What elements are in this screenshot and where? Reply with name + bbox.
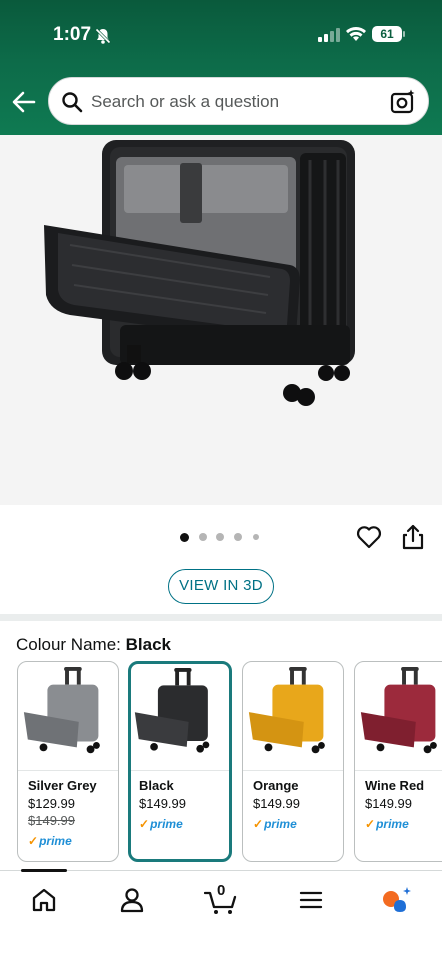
pager-dot[interactable] [199,533,207,541]
swatch-price: $149.99 [253,796,300,811]
prime-check-icon: ✓ [253,817,264,831]
colour-swatch-list: Silver Grey $129.99 $149.99 ✓prime Black… [17,661,442,866]
heart-icon[interactable] [356,524,382,550]
swatch-name: Orange [253,778,299,793]
swatch-wine-red[interactable]: Wine Red $149.99 ✓prime [354,661,442,862]
menu-icon[interactable] [296,885,326,915]
share-icon[interactable] [401,524,425,550]
prime-label: prime [376,817,409,831]
colour-selected-value: Black [125,635,171,654]
prime-check-icon: ✓ [365,817,376,831]
suitcase-thumbnail [360,666,437,754]
pager-dot[interactable] [216,533,224,541]
cart-count-badge: 0 [217,882,226,899]
cellular-signal-icon [318,28,340,42]
colour-name-label: Colour Name: Black [16,635,171,655]
home-icon[interactable] [29,885,59,915]
suitcase-illustration [44,140,355,406]
swatch-silver-grey[interactable]: Silver Grey $129.99 $149.99 ✓prime [17,661,119,862]
prime-badge: ✓prime [253,817,297,831]
suitcase-thumbnail [23,666,100,754]
prime-badge: ✓prime [28,834,72,848]
prime-check-icon: ✓ [139,817,150,831]
pager-dot[interactable] [234,533,242,541]
swatch-divider [355,770,442,771]
swatch-price: $149.99 [365,796,412,811]
suitcase-thumbnail [134,668,210,753]
swatch-price: $149.99 [139,796,186,811]
swatch-orange[interactable]: Orange $149.99 ✓prime [242,661,344,862]
swatch-divider [243,770,343,771]
back-arrow-icon[interactable] [10,88,38,116]
wifi-icon [346,27,366,41]
view-in-3d-button[interactable]: VIEW IN 3D [168,569,274,604]
battery-indicator: 61 [372,26,402,42]
swatch-name: Silver Grey [28,778,97,793]
search-placeholder: Search or ask a question [91,92,280,111]
search-icon [62,92,83,113]
status-bar: 1:07 61 [0,22,442,50]
swatch-name: Wine Red [365,778,425,793]
swatch-divider [18,770,118,771]
product-image[interactable] [0,135,442,505]
nav-active-indicator [21,869,67,872]
prime-label: prime [264,817,297,831]
swatch-price: $129.99 [28,796,75,811]
header: 1:07 61 Search or ask a question [0,0,442,135]
section-divider [0,614,442,621]
account-icon[interactable] [117,885,147,915]
swatch-divider [131,770,229,771]
search-input[interactable]: Search or ask a question [48,77,429,125]
suitcase-thumbnail [248,666,325,754]
prime-check-icon: ✓ [28,834,39,848]
bell-muted-icon [94,27,112,45]
prime-label: prime [39,834,72,848]
pager-dot[interactable] [253,534,259,540]
prime-label: prime [150,817,183,831]
camera-search-icon[interactable] [390,89,416,115]
prime-badge: ✓prime [139,817,183,831]
battery-cap [403,31,405,37]
pager-dot[interactable] [180,533,189,542]
rufus-assistant-icon[interactable] [380,885,412,915]
swatch-black[interactable]: Black $149.99 ✓prime [128,661,232,862]
swatch-list-price: $149.99 [28,813,75,828]
status-time: 1:07 [53,24,92,45]
colour-label-prefix: Colour Name: [16,635,126,654]
swatch-name: Black [139,778,174,793]
prime-badge: ✓prime [365,817,409,831]
